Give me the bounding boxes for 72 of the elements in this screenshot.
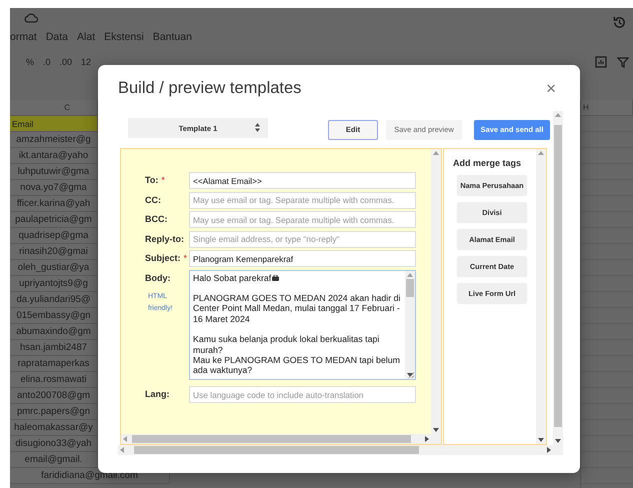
input-field[interactable]: May use email or tag. Separate multiple with commas. xyxy=(189,211,416,228)
table-cell: haleomakassar@y xyxy=(10,420,98,436)
input-field[interactable]: <<Alamat Email>> xyxy=(189,172,416,189)
scrollbar[interactable] xyxy=(405,270,415,378)
history-icon[interactable] xyxy=(612,14,627,30)
table-cell: upriyantojts9@g xyxy=(10,276,98,292)
scrollbar[interactable] xyxy=(536,149,546,444)
input-field[interactable]: Planogram Kemenparekraf xyxy=(189,250,416,267)
scrollbar[interactable] xyxy=(553,111,563,445)
table-cell: rinasih20@gmai xyxy=(10,244,98,260)
updown-icon[interactable] xyxy=(255,123,260,132)
table-cell: 015embassy@gn xyxy=(10,308,98,324)
chart-icon[interactable] xyxy=(595,56,607,68)
column-header[interactable]: C xyxy=(10,100,98,116)
bag-icon xyxy=(272,274,280,280)
table-cell: pmrc.papers@gn xyxy=(10,404,98,420)
table-cell: quadrisep@gma xyxy=(10,228,98,244)
table-cell: rapratamaperkas xyxy=(10,356,98,372)
table-cell: abumaxindo@gm xyxy=(10,324,98,340)
field-label: Reply-to: xyxy=(145,234,184,244)
cloud-icon[interactable] xyxy=(24,13,38,23)
scrollbar[interactable] xyxy=(118,445,553,455)
table-cell: Email xyxy=(10,116,98,132)
body-field[interactable] xyxy=(189,270,416,380)
field-label: BCC: xyxy=(145,214,168,224)
table-cell: nova.yo7@gma xyxy=(10,180,98,196)
scrollbar-thumb[interactable] xyxy=(406,278,414,297)
close-button[interactable]: × xyxy=(546,80,556,96)
table-cell: fficer.karina@yah xyxy=(10,196,98,212)
column-header[interactable]: H xyxy=(580,100,633,116)
menu-item[interactable]: Alat xyxy=(77,31,96,43)
field-label: To: xyxy=(145,175,158,185)
table-cell: paulapetricia@gm xyxy=(10,212,98,228)
toolbar-button[interactable]: % xyxy=(26,57,34,67)
table-cell: ikt.antara@yaho xyxy=(10,148,98,164)
field-label: Lang: xyxy=(145,389,170,399)
menu-item[interactable]: Ekstensi xyxy=(104,31,144,43)
table-cell: luhputuwir@gma xyxy=(10,164,98,180)
body-text: Halo Sobat parekraf xyxy=(193,272,272,282)
table-cell: amzahmeister@g xyxy=(10,132,98,148)
input-field[interactable]: Use language code to include auto-translation xyxy=(189,386,416,403)
required-mark: * xyxy=(161,175,165,185)
body-text: Mau ke PLANOGRAM GOES TO MEDAN tapi belum ada waktunya? xyxy=(193,354,401,376)
table-cell: hsan.jambi2487 xyxy=(10,340,98,356)
menu-item[interactable]: Data xyxy=(46,31,68,43)
table-cell: disugiono33@yah xyxy=(10,436,98,452)
field-label: Body: xyxy=(145,272,170,282)
scrollbar[interactable] xyxy=(121,434,431,444)
table-cell: email@gmail. xyxy=(10,452,98,468)
table-cell: oleh_gustiar@ya xyxy=(10,260,98,276)
scrollbar-thumb[interactable] xyxy=(132,435,412,443)
dialog-title: Build / preview templates xyxy=(118,78,302,98)
input-field[interactable]: May use email or tag. Separate multiple with commas. xyxy=(189,192,416,208)
table-cell: da.yuliandari95@ xyxy=(10,292,98,308)
field-label: CC: xyxy=(145,194,161,204)
required-mark: * xyxy=(184,253,188,263)
scrollbar-thumb[interactable] xyxy=(554,125,562,428)
scrollbar-thumb[interactable] xyxy=(134,446,420,454)
scrollbar[interactable] xyxy=(431,149,441,434)
filter-icon[interactable] xyxy=(617,56,629,68)
body-text: PLANOGRAM GOES TO MEDAN 2024 akan hadir di Center Point Mall Medan, mulai tanggal 17 Februari - 16 Maret 2024 xyxy=(193,293,402,324)
table-cell: elina.rosmawati xyxy=(10,372,98,388)
menu-item[interactable]: ormat xyxy=(10,31,37,43)
input-field[interactable]: Single email address, or type "no-reply" xyxy=(189,230,416,248)
menu-item[interactable]: Bantuan xyxy=(152,31,192,43)
body-text: Kamu suka belanja produk lokal berkualitas tapi murah? xyxy=(193,334,380,355)
panel-title: Add merge tags xyxy=(453,158,522,168)
field-label: Subject: xyxy=(145,253,181,263)
toolbar-button[interactable]: .0 xyxy=(43,57,51,67)
toolbar-button[interactable]: 12 xyxy=(81,57,92,67)
toolbar-button[interactable]: .00 xyxy=(60,57,72,67)
table-cell: anto200708@gm xyxy=(10,388,98,404)
